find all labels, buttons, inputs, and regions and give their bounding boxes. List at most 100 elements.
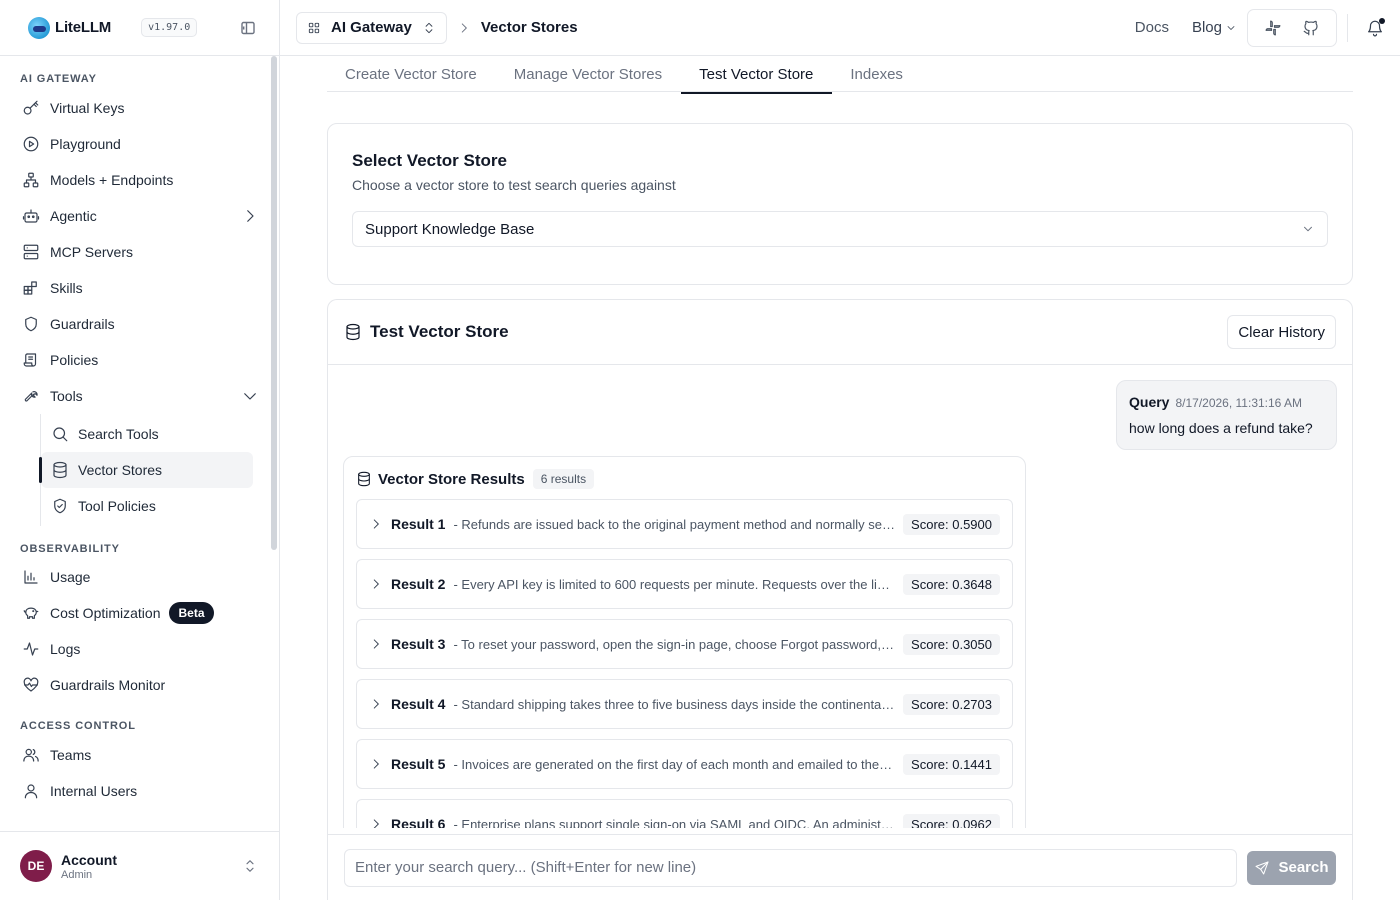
select-card-title: Select Vector Store xyxy=(352,151,507,170)
blog-label: Blog xyxy=(1191,19,1222,36)
sidebar-item-virtual-keys[interactable]: Virtual Keys xyxy=(0,90,279,126)
sidebar-item-label: Guardrails Monitor xyxy=(50,677,166,693)
sidebar-item-search-tools[interactable]: Search Tools xyxy=(41,416,253,452)
result-item[interactable]: Result 6 - Enterprise plans support sing… xyxy=(356,799,1013,828)
section-title-ai-gateway: AI GATEWAY xyxy=(20,73,97,85)
sidebar-item-playground[interactable]: Playground xyxy=(0,126,279,162)
search-button[interactable]: Search xyxy=(1247,850,1336,885)
github-icon[interactable] xyxy=(1298,15,1324,41)
scroll-icon xyxy=(22,351,40,369)
chevrons-up-down-icon[interactable] xyxy=(241,857,259,875)
result-score: Score: 0.2703 xyxy=(903,693,1000,715)
test-card-title: Test Vector Store xyxy=(370,322,509,341)
sidebar-item-label: Vector Stores xyxy=(78,462,163,478)
section-title-observability: OBSERVABILITY xyxy=(20,543,120,555)
brand-bar: LiteLLM v1.97.0 xyxy=(0,0,279,56)
result-item[interactable]: Result 3 - To reset your password, open … xyxy=(356,619,1013,669)
sidebar-item-label: Usage xyxy=(50,569,91,585)
chat-history[interactable]: Query 8/17/2026, 11:31:16 AM how long doe… xyxy=(328,365,1352,828)
bell-icon[interactable] xyxy=(1366,17,1385,37)
sidebar-item-logs[interactable]: Logs xyxy=(0,631,279,667)
chevrons-up-down-icon xyxy=(422,21,436,35)
top-header: AI Gateway Vector Stores Docs Blog xyxy=(280,0,1400,56)
sidebar-item-label: Tool Policies xyxy=(78,498,156,514)
server-icon xyxy=(22,243,40,261)
sidebar-item-vector-stores[interactable]: Vector Stores xyxy=(39,452,253,488)
search-query-input[interactable] xyxy=(344,848,1237,887)
vector-store-select[interactable]: Support Knowledge Base xyxy=(352,211,1328,247)
sidebar-item-internal-users[interactable]: Internal Users xyxy=(0,773,279,809)
result-score: Score: 0.3648 xyxy=(903,573,1000,595)
blog-dropdown[interactable]: Blog xyxy=(1192,19,1237,36)
shield-icon xyxy=(22,315,40,333)
chevron-down-icon xyxy=(1225,22,1237,34)
result-title: Result 1 xyxy=(391,516,446,532)
sidebar-item-mcp-servers[interactable]: MCP Servers xyxy=(0,234,279,270)
tab-create-vector-store[interactable]: Create Vector Store xyxy=(327,56,496,94)
chevron-down-icon[interactable] xyxy=(241,387,259,405)
account-menu[interactable]: DE Account Admin xyxy=(0,831,279,900)
result-score: Score: 0.1441 xyxy=(903,753,1000,775)
sidebar-item-tool-policies[interactable]: Tool Policies xyxy=(41,488,253,524)
result-snippet: - To reset your password, open the sign-… xyxy=(453,636,895,652)
query-timestamp: 8/17/2026, 11:31:16 AM xyxy=(1175,396,1303,410)
robot-icon xyxy=(22,207,40,225)
wrench-icon xyxy=(22,387,40,405)
result-title: Result 3 xyxy=(391,636,446,652)
sidebar-item-teams[interactable]: Teams xyxy=(0,737,279,773)
sidebar-scrollbar[interactable] xyxy=(271,56,277,550)
sidebar-item-label: Models + Endpoints xyxy=(50,172,174,188)
vector-store-select-value: Support Knowledge Base xyxy=(365,220,535,238)
slack-icon[interactable] xyxy=(1260,15,1286,41)
result-item[interactable]: Result 2 - Every API key is limited to 6… xyxy=(356,559,1013,609)
chevron-right-icon xyxy=(369,637,383,651)
piggy-bank-icon xyxy=(22,604,40,622)
sidebar-item-label: Virtual Keys xyxy=(50,100,125,116)
sidebar-item-guardrails-monitor[interactable]: Guardrails Monitor xyxy=(0,667,279,703)
docs-link[interactable]: Docs xyxy=(1135,19,1169,36)
shield-check-icon xyxy=(51,497,69,515)
version-badge: v1.97.0 xyxy=(141,18,198,37)
sidebar-item-skills[interactable]: Skills xyxy=(0,270,279,306)
result-title: Result 4 xyxy=(391,696,446,712)
result-snippet: - Refunds are issued back to the origina… xyxy=(453,516,895,532)
tab-manage-vector-stores[interactable]: Manage Vector Stores xyxy=(496,56,681,94)
sidebar-item-label: Logs xyxy=(50,641,81,657)
result-item[interactable]: Result 1 - Refunds are issued back to th… xyxy=(356,499,1013,549)
database-icon xyxy=(51,461,69,479)
result-title: Result 5 xyxy=(391,756,446,772)
sidebar-item-tools[interactable]: Tools xyxy=(0,378,279,414)
key-icon xyxy=(22,99,40,117)
database-icon xyxy=(344,323,362,341)
result-snippet: - Every API key is limited to 600 reques… xyxy=(453,576,895,592)
result-item[interactable]: Result 5 - Invoices are generated on the… xyxy=(356,739,1013,789)
sidebar-item-label: Skills xyxy=(50,280,83,296)
results-header: Vector Store Results 6 results xyxy=(356,469,1013,489)
result-snippet: - Enterprise plans support single sign-o… xyxy=(453,816,896,829)
gateway-selector[interactable]: AI Gateway xyxy=(296,11,447,44)
sidebar-item-guardrails[interactable]: Guardrails xyxy=(0,306,279,342)
result-item[interactable]: Result 4 - Standard shipping takes three… xyxy=(356,679,1013,729)
tab-test-vector-store[interactable]: Test Vector Store xyxy=(681,56,833,94)
sidebar-item-models-endpoints[interactable]: Models + Endpoints xyxy=(0,162,279,198)
clear-history-button[interactable]: Clear History xyxy=(1227,315,1336,349)
sidebar: LiteLLM v1.97.0 AI GATEWAY Virtual Keys … xyxy=(0,0,280,900)
chevron-right-icon[interactable] xyxy=(241,207,259,225)
sidebar-item-label: Teams xyxy=(50,747,92,763)
search-icon xyxy=(51,425,69,443)
sidebar-item-cost-optimization[interactable]: Cost Optimization Beta xyxy=(0,595,279,631)
query-text: how long does a refund take? xyxy=(1129,420,1313,436)
search-button-label: Search xyxy=(1278,859,1329,876)
litellm-logo-icon xyxy=(28,16,50,39)
tab-indexes[interactable]: Indexes xyxy=(832,56,922,94)
sidebar-item-agentic[interactable]: Agentic xyxy=(0,198,279,234)
result-score: Score: 0.3050 xyxy=(903,633,1000,655)
account-role: Admin xyxy=(61,868,93,881)
select-vector-store-card: Select Vector Store Choose a vector stor… xyxy=(327,123,1353,285)
sidebar-item-label: Cost Optimization xyxy=(50,605,161,621)
sidebar-item-usage[interactable]: Usage xyxy=(0,559,279,595)
sidebar-collapse-icon[interactable] xyxy=(237,17,259,39)
sidebar-item-policies[interactable]: Policies xyxy=(0,342,279,378)
bar-chart-icon xyxy=(22,568,40,586)
community-links xyxy=(1247,8,1337,47)
